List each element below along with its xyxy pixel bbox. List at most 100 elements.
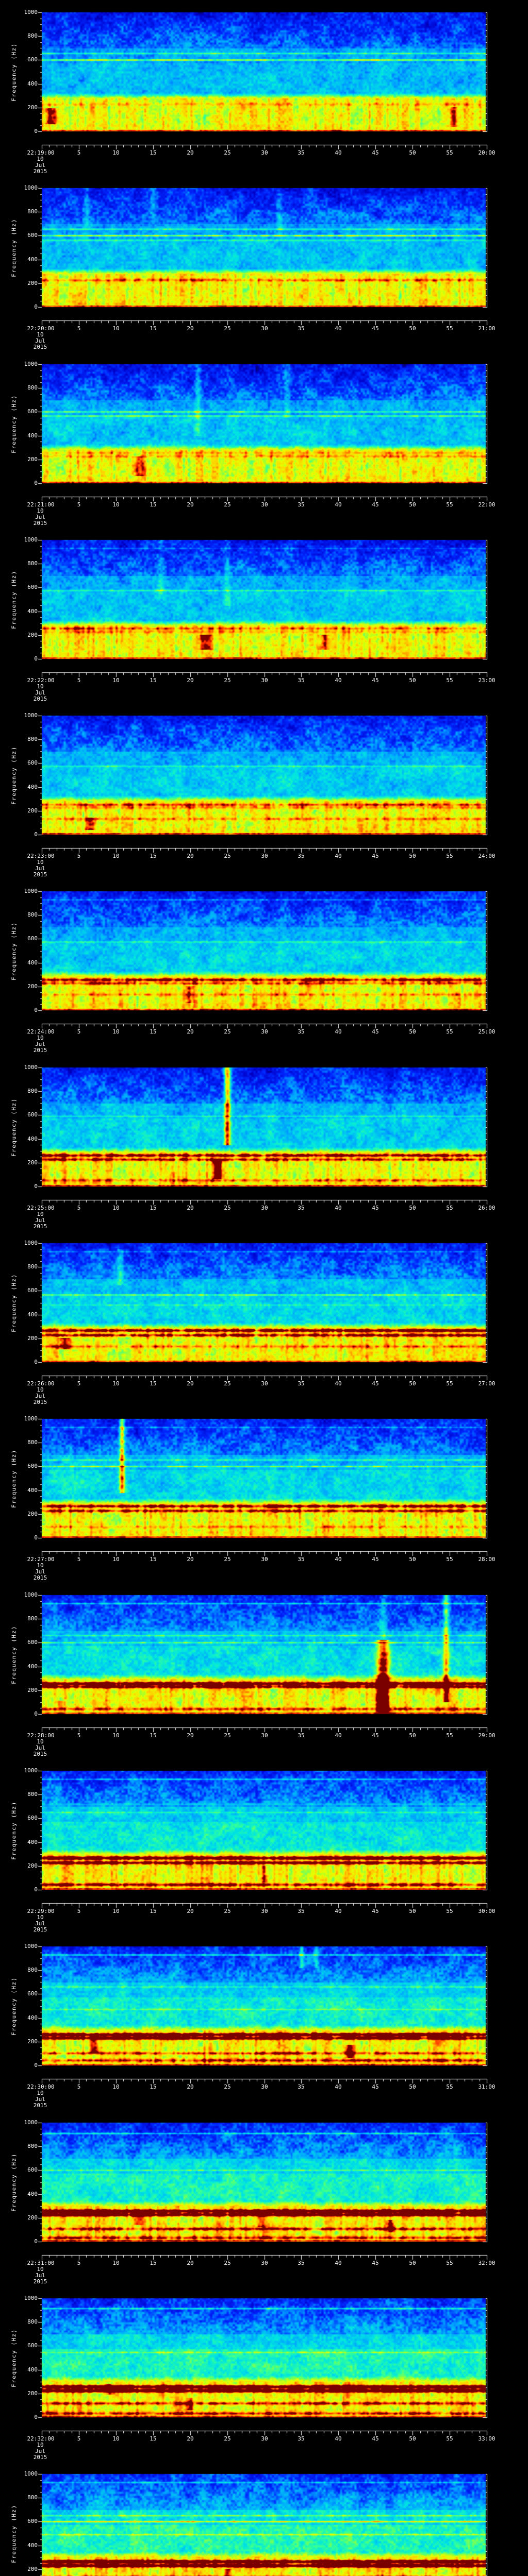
date-line-label: 2015: [33, 344, 47, 350]
y-tick-label: 200: [27, 1511, 38, 1517]
x-tick-label: 20: [187, 1028, 194, 1035]
x-tick-label: 15: [150, 1028, 157, 1035]
x-tick-label: 25: [224, 853, 231, 859]
y-tick-label: 200: [27, 807, 38, 814]
date-line-label: 2015: [33, 1751, 47, 1757]
x-end-time-label: 33:00: [478, 2435, 496, 2442]
y-tick-label: 400: [27, 256, 38, 263]
y-tick-label: 0: [34, 2414, 38, 2420]
y-tick-label: 400: [27, 1663, 38, 1670]
x-tick-label: 40: [335, 1205, 342, 1211]
spectrogram-panel: Frequency (Hz) 1000 800 600 400 200 0 22:23:00 1…: [0, 703, 528, 879]
x-end-time-label: 25:00: [478, 1028, 496, 1035]
x-tick-label: 45: [372, 149, 379, 156]
x-tick-label: 50: [409, 1028, 416, 1035]
date-line-label: 2015: [33, 168, 47, 175]
x-tick-label: 30: [261, 853, 268, 859]
y-tick-label: 1000: [24, 712, 38, 719]
y-tick-label: 200: [27, 456, 38, 463]
y-tick-label: 0: [34, 1710, 38, 1717]
y-tick-label: 200: [27, 104, 38, 111]
x-tick-label: 25: [224, 2260, 231, 2266]
x-tick-label: 10: [112, 325, 120, 332]
x-tick-label: 30: [261, 149, 268, 156]
x-end-time-label: 27:00: [478, 1380, 496, 1387]
y-tick-label: 600: [27, 408, 38, 415]
x-tick-label: 50: [409, 677, 416, 684]
x-tick-label: 20: [187, 1908, 194, 1914]
x-end-time-label: 26:00: [478, 1205, 496, 1211]
x-tick-label: 15: [150, 1908, 157, 1914]
x-tick-label: 30: [261, 1205, 268, 1211]
date-line-label: 2015: [33, 1399, 47, 1405]
y-tick-label: 800: [27, 208, 38, 215]
x-tick-label: 5: [77, 1028, 81, 1035]
y-tick-label: 800: [27, 2318, 38, 2325]
spectrogram-panel: Frequency (Hz) 1000 800 600 400 200 0 22:22:00 1…: [0, 528, 528, 704]
x-tick-label: 25: [224, 501, 231, 508]
x-tick-label: 30: [261, 2435, 268, 2442]
y-tick-label: 200: [27, 1862, 38, 1869]
y-tick-label: 600: [27, 2166, 38, 2173]
x-tick-label: 40: [335, 501, 342, 508]
y-tick-label: 200: [27, 280, 38, 286]
x-tick-label: 30: [261, 1028, 268, 1035]
y-tick-label: 400: [27, 1311, 38, 1318]
x-tick-label: 20: [187, 2260, 194, 2266]
x-tick-label: 15: [150, 2260, 157, 2266]
x-tick-label: 35: [298, 2260, 305, 2266]
x-tick-label: 35: [298, 325, 305, 332]
x-tick-label: 10: [112, 2083, 120, 2090]
y-tick-label: 800: [27, 2494, 38, 2501]
y-tick-label: 400: [27, 2366, 38, 2373]
x-tick-label: 45: [372, 2083, 379, 2090]
x-tick-label: 35: [298, 1028, 305, 1035]
y-tick-label: 800: [27, 1967, 38, 1973]
y-axis-title: Frequency (Hz): [10, 394, 18, 453]
y-tick-label: 1000: [24, 888, 38, 894]
x-tick-label: 10: [112, 501, 120, 508]
y-axis-title: Frequency (Hz): [10, 1449, 18, 1508]
y-tick-label: 600: [27, 935, 38, 942]
x-tick-label: 20: [187, 2435, 194, 2442]
y-tick-label: 1000: [24, 1415, 38, 1422]
x-tick-label: 40: [335, 1028, 342, 1035]
spectrogram-canvas: [0, 2462, 528, 2576]
x-tick-label: 30: [261, 501, 268, 508]
x-tick-label: 5: [77, 2435, 81, 2442]
x-end-time-label: 24:00: [478, 853, 496, 859]
x-end-time-label: 32:00: [478, 2260, 496, 2266]
y-tick-label: 400: [27, 2542, 38, 2549]
x-tick-label: 10: [112, 1908, 120, 1914]
x-tick-label: 30: [261, 677, 268, 684]
x-tick-label: 15: [150, 853, 157, 859]
x-tick-label: 35: [298, 853, 305, 859]
spectrogram-panel: Frequency (Hz) 1000 800 600 400 200 0 22:20:00 1…: [0, 176, 528, 352]
x-tick-label: 20: [187, 1205, 194, 1211]
x-tick-label: 20: [187, 853, 194, 859]
x-tick-label: 10: [112, 677, 120, 684]
spectrogram-figure: Frequency (Hz) 1000 800 600 400 200 0 22:19:00 1…: [0, 0, 528, 2576]
x-tick-label: 45: [372, 2260, 379, 2266]
y-tick-label: 800: [27, 32, 38, 39]
y-tick-label: 600: [27, 2342, 38, 2349]
x-tick-label: 25: [224, 1205, 231, 1211]
y-axis-title: Frequency (Hz): [10, 1801, 18, 1860]
x-tick-label: 35: [298, 149, 305, 156]
x-end-time-label: 22:00: [478, 501, 496, 508]
x-tick-label: 40: [335, 2083, 342, 2090]
date-line-label: 2015: [33, 2454, 47, 2461]
x-tick-label: 35: [298, 1556, 305, 1563]
x-tick-label: 15: [150, 677, 157, 684]
y-tick-label: 600: [27, 232, 38, 239]
y-tick-label: 0: [34, 2062, 38, 2069]
x-tick-label: 40: [335, 2435, 342, 2442]
x-tick-label: 15: [150, 1556, 157, 1563]
spectrogram-panel: Frequency (Hz) 1000 800 600 400 200 0 22:32:00 1…: [0, 2286, 528, 2462]
y-axis-title: Frequency (Hz): [10, 1976, 18, 2036]
y-tick-label: 600: [27, 759, 38, 766]
y-tick-label: 0: [34, 831, 38, 838]
y-tick-label: 0: [34, 2238, 38, 2245]
x-end-time-label: 20:00: [478, 149, 496, 156]
x-tick-label: 50: [409, 2260, 416, 2266]
